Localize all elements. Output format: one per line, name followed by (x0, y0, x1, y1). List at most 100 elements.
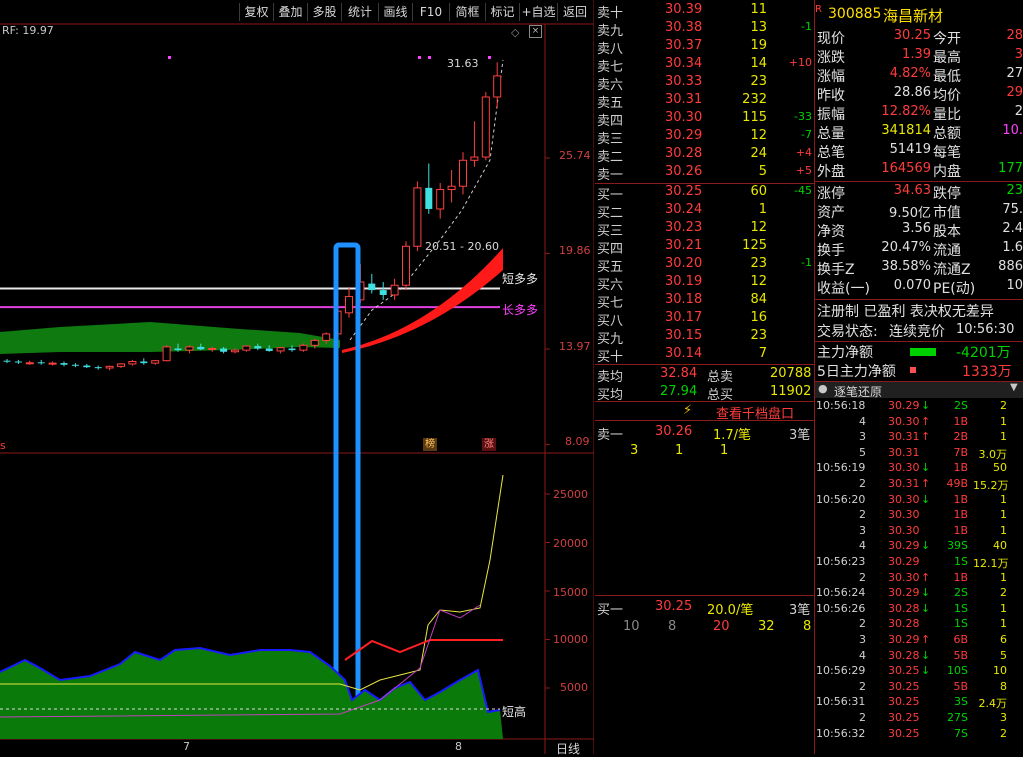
indicator-label: RF: 19.97 (2, 24, 54, 37)
stat-value: 9.50亿 (889, 206, 931, 221)
stat-value: 3.56 (902, 221, 931, 236)
kline-chart[interactable] (0, 0, 594, 754)
book-price[interactable]: 30.34 (665, 56, 702, 71)
stat-key: 涨跌 (817, 50, 845, 66)
tick-price: 30.29 (888, 399, 920, 412)
book-volume: 1 (758, 202, 767, 217)
lightning-icon: ⚡ (683, 403, 693, 418)
book-price[interactable]: 30.19 (665, 274, 702, 289)
book-price[interactable]: 30.15 (665, 328, 702, 343)
tick-row: 4 30.30 ↑ 1B 1 (815, 415, 1023, 430)
volume-area (0, 648, 503, 739)
stat-value: 10 (1006, 278, 1023, 293)
book-volume: 7 (758, 346, 767, 361)
marker-dot (428, 56, 431, 59)
tick-time: 3 (859, 430, 866, 444)
buy1-label: 买一 (597, 603, 624, 618)
stat-key: 现价 (817, 31, 845, 47)
book-price[interactable]: 30.26 (665, 164, 702, 179)
book-price[interactable]: 30.14 (665, 346, 702, 361)
tick-time: 2 (859, 477, 866, 490)
trade-time: 10:56:30 (956, 322, 1015, 337)
book-price[interactable]: 30.20 (665, 256, 702, 271)
stat-key: 最高 (933, 50, 961, 66)
book-price[interactable]: 30.38 (665, 20, 702, 35)
tick-price: 30.30 (888, 414, 920, 428)
tick-count: 2 (1000, 399, 1007, 412)
tick-row: 2 30.25 5B 8 (815, 680, 1023, 695)
avg-buy-value: 27.94 (660, 384, 698, 399)
tick-price: 30.28 (888, 648, 920, 662)
tick-volume: 1S (954, 617, 968, 631)
tick-row: 5 30.31 7B 3.0万 (815, 446, 1023, 461)
stat-key: 量比 (933, 107, 961, 123)
stat-key: 流通Z (933, 262, 971, 278)
stat-row: 换手Z 38.58% 流通Z 886 (815, 259, 1023, 278)
book-row-ask: 卖二 30.28 24 +4 (597, 146, 814, 165)
sell1-avg: 1.7/笔 (713, 428, 752, 443)
book-level-label: 卖七 (597, 60, 624, 75)
up-arrow-icon: ↑ (921, 430, 931, 444)
stat-value: 886 (998, 259, 1023, 274)
candle-body (310, 339, 319, 346)
book-level-label: 买九 (597, 332, 624, 347)
tick-count: 1 (1000, 570, 1007, 584)
book-volume: 12 (750, 274, 767, 289)
total-sell-label: 总卖 (707, 370, 734, 385)
sell1-label: 卖一 (597, 428, 624, 443)
tick-price: 30.28 (888, 601, 920, 615)
book-price[interactable]: 30.33 (665, 74, 702, 89)
x-axis-label: 7 (183, 740, 190, 753)
book-price[interactable]: 30.30 (665, 110, 702, 125)
book-price[interactable]: 30.28 (665, 146, 702, 161)
tick-price: 30.29 (888, 555, 920, 568)
book-row-ask: 卖七 30.34 14 +10 (597, 56, 814, 75)
candle-body (345, 296, 353, 314)
close-icon[interactable]: × (529, 25, 542, 38)
tick-time: 2 (859, 508, 866, 522)
book-price[interactable]: 30.17 (665, 310, 702, 325)
main-net5-bar (910, 367, 916, 373)
tick-volume: 5B (953, 648, 968, 662)
diamond-icon[interactable]: ◇ (511, 26, 519, 39)
stat-value: 28 (1006, 28, 1023, 43)
dropdown-icon[interactable]: ▼ (1010, 382, 1018, 393)
ticks-header-bar[interactable]: ● 逐笔还原 ▼ (815, 381, 1023, 399)
book-change: -45 (794, 184, 812, 197)
stat-row: 涨幅 4.82% 最低 27 (815, 66, 1023, 85)
book-price[interactable]: 30.31 (665, 92, 702, 107)
price-tick: 13.97 (559, 340, 591, 353)
candle-body (25, 362, 34, 365)
book-price[interactable]: 30.18 (665, 292, 702, 307)
candle-body (140, 361, 148, 364)
candle-body (220, 348, 228, 352)
tick-volume: 1B (953, 414, 968, 428)
stats-divider (815, 181, 1023, 182)
book-price[interactable]: 30.37 (665, 38, 702, 53)
stat-value: 23 (1006, 183, 1023, 198)
book-price[interactable]: 30.23 (665, 220, 702, 235)
tick-row: 10:56:29 30.25 ↓ 10S 10 (815, 664, 1023, 679)
book-row-bid: 买十 30.14 7 (597, 346, 814, 365)
book-price[interactable]: 30.39 (665, 2, 702, 17)
book-divider (595, 595, 814, 596)
tick-time: 2 (859, 711, 866, 724)
tick-row: 4 30.28 ↓ 5B 5 (815, 649, 1023, 664)
book-price[interactable]: 30.24 (665, 202, 702, 217)
book-price[interactable]: 30.21 (665, 238, 702, 253)
book-row-bid: 买六 30.19 12 (597, 274, 814, 293)
book-change: +10 (788, 56, 812, 69)
period-label[interactable]: 日线 (556, 740, 580, 757)
candle-body (299, 344, 308, 351)
book-row-ask: 卖八 30.37 19 (597, 38, 814, 57)
candle-body (481, 96, 490, 158)
volume-tick: 25000 (553, 488, 588, 501)
tick-price: 30.25 (888, 711, 920, 724)
book-price[interactable]: 30.29 (665, 128, 702, 143)
candle-body (162, 346, 171, 362)
tick-price: 30.29 (888, 586, 920, 600)
stat-key: 换手 (817, 243, 845, 259)
book-price[interactable]: 30.25 (665, 184, 702, 199)
stat-value: 30.25 (893, 28, 931, 43)
book-level-label: 买五 (597, 260, 624, 275)
